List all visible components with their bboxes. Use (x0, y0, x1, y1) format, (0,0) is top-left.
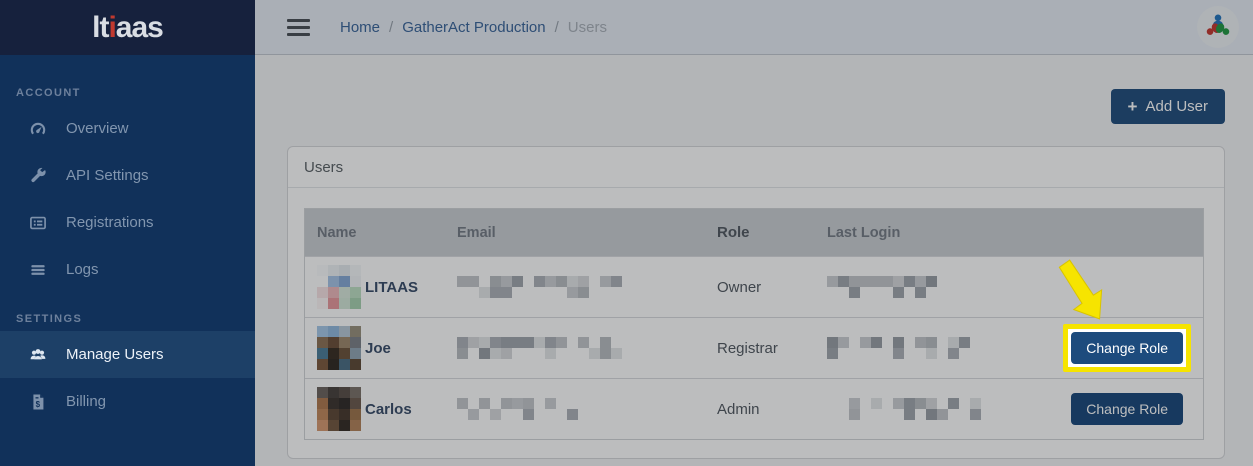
user-name: Carlos (365, 400, 412, 418)
sidebar-item-label: Overview (66, 120, 129, 137)
user-name: LITAAS (365, 278, 419, 296)
add-user-label: Add User (1145, 98, 1208, 115)
table-header-row: Name Email Role Last Login (305, 209, 1203, 256)
change-role-button-joe[interactable]: Change Role (1071, 332, 1183, 364)
sidebar: ltiaas ACCOUNT Overview API Settings Reg… (0, 0, 255, 466)
users-table: Name Email Role Last Login LITAAS Owner … (304, 208, 1204, 440)
avatar-joe (317, 326, 361, 370)
section-label-settings: SETTINGS (16, 313, 83, 325)
plus-icon: + (1127, 97, 1138, 116)
logo-part-lt: lt (92, 10, 109, 44)
column-header-name: Name (317, 224, 357, 241)
section-label-account: ACCOUNT (16, 87, 81, 99)
breadcrumb-users: Users (567, 18, 607, 36)
user-role: Registrar (717, 339, 778, 357)
page-actions: + Add User (287, 89, 1225, 124)
redacted-last-login (827, 337, 1013, 359)
gatheract-logo-icon (1206, 14, 1230, 35)
card-body: Name Email Role Last Login LITAAS Owner … (288, 188, 1224, 458)
logo-part-aas: aas (115, 10, 164, 44)
sidebar-item-label: API Settings (66, 167, 149, 184)
card-title: Users (288, 147, 1224, 188)
sidebar-item-registrations[interactable]: Registrations (0, 199, 255, 246)
avatar-litaas (317, 265, 361, 309)
redacted-email (457, 337, 717, 359)
content-area: Home / GatherAct Production / Users + Ad… (255, 0, 1253, 466)
logo-band: ltiaas (0, 0, 255, 55)
breadcrumb-separator: / (554, 18, 559, 36)
annotation-highlight-box: Change Role (1063, 324, 1191, 372)
sidebar-item-manage-users[interactable]: Manage Users (0, 331, 255, 378)
logo-part-i: i (108, 10, 116, 44)
column-header-email: Email (457, 224, 496, 241)
users-icon (26, 343, 50, 367)
lines-icon (26, 258, 50, 282)
table-row-joe: Joe Registrar Change Role (305, 317, 1203, 378)
redacted-last-login (827, 276, 1013, 298)
table-row-carlos: Carlos Admin Change Role (305, 378, 1203, 439)
breadcrumb-separator: / (389, 18, 394, 36)
svg-text:$: $ (36, 399, 41, 408)
wrench-icon (26, 164, 50, 188)
avatar-carlos (317, 387, 361, 431)
user-name: Joe (365, 339, 391, 357)
redacted-email (457, 398, 717, 420)
redacted-email (457, 276, 717, 298)
sidebar-item-label: Logs (66, 261, 99, 278)
user-role: Admin (717, 400, 760, 418)
add-user-button[interactable]: + Add User (1110, 89, 1225, 124)
sidebar-item-api-settings[interactable]: API Settings (0, 152, 255, 199)
breadcrumb-home[interactable]: Home (340, 19, 380, 36)
invoice-icon: $ (26, 390, 50, 414)
sidebar-nav: ACCOUNT Overview API Settings Registrati… (0, 55, 255, 425)
account-avatar[interactable] (1197, 6, 1239, 48)
breadcrumb-gatheract-production[interactable]: GatherAct Production (402, 19, 545, 36)
gauge-icon (26, 117, 50, 141)
users-card: Users Name Email Role Last Login LITAAS … (287, 146, 1225, 459)
sidebar-item-label: Manage Users (66, 346, 164, 363)
sidebar-item-overview[interactable]: Overview (0, 105, 255, 152)
sidebar-item-label: Registrations (66, 214, 154, 231)
column-header-last-login: Last Login (827, 224, 901, 241)
hamburger-menu-icon[interactable] (287, 18, 310, 36)
user-role: Owner (717, 278, 762, 296)
list-card-icon (26, 211, 50, 235)
sidebar-item-logs[interactable]: Logs (0, 246, 255, 293)
topbar: Home / GatherAct Production / Users (255, 0, 1253, 55)
sidebar-item-billing[interactable]: $ Billing (0, 378, 255, 425)
app-window: ltiaas ACCOUNT Overview API Settings Reg… (0, 0, 1253, 466)
table-row-litaas: LITAAS Owner (305, 256, 1203, 317)
breadcrumb: Home / GatherAct Production / Users (340, 19, 607, 36)
ltiaas-logo[interactable]: ltiaas (92, 10, 164, 45)
sidebar-item-label: Billing (66, 393, 107, 410)
column-header-role: Role (717, 224, 750, 241)
change-role-button-carlos[interactable]: Change Role (1071, 393, 1183, 425)
redacted-last-login (827, 398, 1013, 420)
